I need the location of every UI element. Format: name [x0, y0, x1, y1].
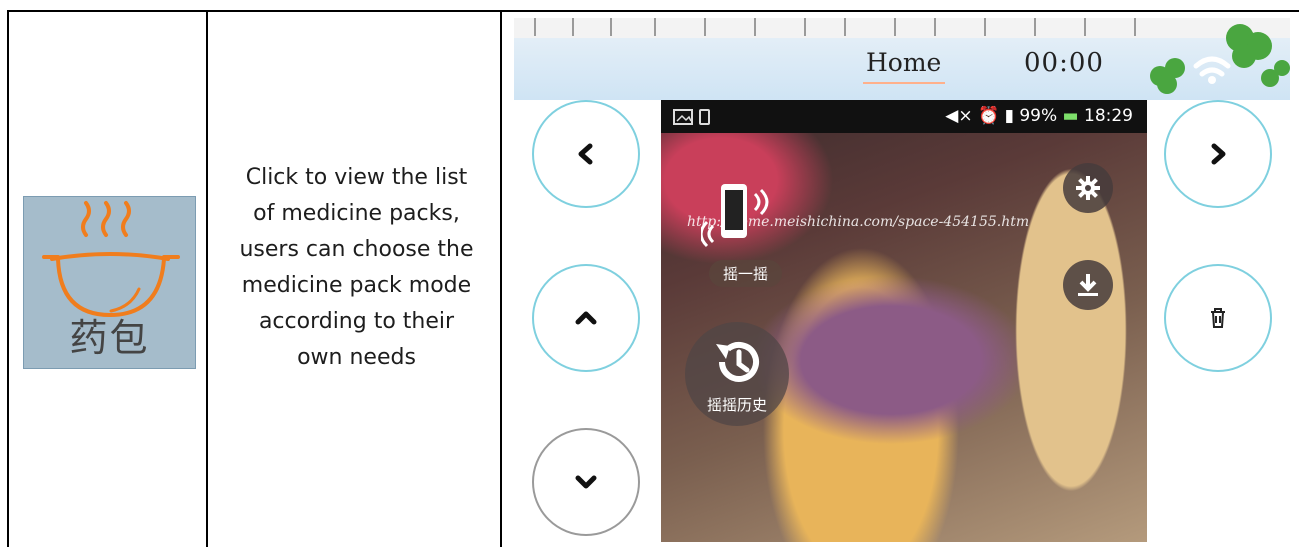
settings-button[interactable]	[1063, 163, 1113, 213]
download-icon	[1078, 274, 1098, 296]
description-line: medicine pack mode	[241, 273, 472, 298]
up-button[interactable]	[532, 264, 640, 372]
gear-icon	[1076, 176, 1100, 200]
icon-label: 药包	[69, 316, 150, 360]
home-underline	[863, 82, 945, 84]
signal-icon: ▮	[1004, 106, 1014, 126]
chevron-up-icon	[575, 311, 597, 325]
timer-display: 00:00	[1024, 48, 1104, 78]
medicine-pack-app-icon[interactable]: 药包	[23, 196, 196, 369]
table-left-border	[7, 10, 9, 547]
alarm-icon: ⏰	[977, 106, 1000, 126]
shake-phone-icon[interactable]	[701, 178, 771, 258]
chevron-down-icon	[575, 475, 597, 489]
table-top-border	[7, 10, 1299, 12]
trash-icon	[1211, 308, 1225, 328]
chevron-left-icon	[578, 143, 593, 165]
phone-status-bar: ◀× ⏰ ▮ 99% ▬ 18:29	[661, 100, 1147, 133]
description-line: according to their	[258, 309, 455, 334]
top-bar: Home 00:00	[514, 18, 1290, 100]
table-column-divider-1	[206, 10, 208, 547]
battery-percent: 99%	[1019, 106, 1058, 126]
description-line: Click to view the list	[245, 165, 468, 190]
chevron-right-icon	[1211, 143, 1226, 165]
down-button[interactable]	[532, 428, 640, 536]
home-title[interactable]: Home	[866, 48, 941, 77]
history-label: 摇摇历史	[706, 396, 767, 414]
notification-icons	[673, 109, 710, 125]
shake-label[interactable]: 摇一摇	[709, 260, 783, 287]
feature-description: Click to view the list of medicine packs…	[214, 160, 499, 376]
recipe-photo[interactable]: ◀× ⏰ ▮ 99% ▬ 18:29 http://home.meishichi…	[661, 100, 1147, 542]
delete-button[interactable]	[1164, 264, 1272, 372]
wifi-icon	[1193, 56, 1231, 77]
status-right: ◀× ⏰ ▮ 99% ▬ 18:29	[945, 106, 1133, 126]
description-line: users can choose the	[239, 237, 474, 262]
status-clock: 18:29	[1084, 106, 1133, 126]
mute-icon: ◀×	[945, 106, 973, 126]
table-column-divider-2	[500, 10, 502, 547]
next-button[interactable]	[1164, 100, 1272, 208]
description-line: of medicine packs,	[253, 201, 460, 226]
device-screen: Home 00:00 ◀× ⏰ ▮ 99% ▬ 18:29 http://hom…	[514, 18, 1290, 542]
description-line: own needs	[297, 345, 416, 370]
battery-icon: ▬	[1062, 106, 1079, 126]
download-button[interactable]	[1063, 260, 1113, 310]
clover-wifi-decoration	[1150, 24, 1290, 94]
previous-button[interactable]	[532, 100, 640, 208]
history-icon	[716, 342, 759, 382]
shake-history-button[interactable]: 摇摇历史	[685, 322, 789, 426]
